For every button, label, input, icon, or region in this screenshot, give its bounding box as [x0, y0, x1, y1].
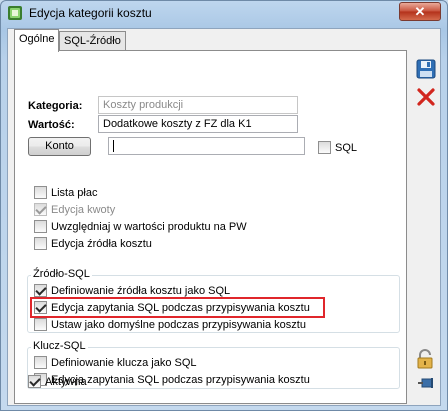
red-highlight-box — [30, 297, 325, 318]
zrodlo-sql-title: Źródło-SQL — [31, 268, 92, 280]
kategoria-label: Kategoria: — [28, 100, 83, 112]
checkbox-box — [34, 186, 47, 199]
checkbox-box — [34, 237, 47, 250]
konto-field[interactable] — [108, 137, 305, 155]
checkbox-label: Edycja źródła kosztu — [51, 238, 152, 250]
uwzgledniaj-checkbox[interactable]: Uwzględniaj w wartości produktu na PW — [34, 220, 247, 235]
checkbox-box — [34, 220, 47, 233]
wartosc-field[interactable]: Dodatkowe koszty z FZ dla K1 — [98, 115, 298, 133]
close-button[interactable]: ✕ — [399, 2, 441, 21]
checkbox-box — [34, 203, 47, 216]
checkbox-label: Edycja zapytania SQL podczas przypisywan… — [51, 374, 310, 386]
tab-panel-ogolne: Kategoria: Koszty produkcji Wartość: Dod… — [14, 50, 407, 404]
ustaw-domyslne-checkbox[interactable]: Ustaw jako domyślne podczas przypisywani… — [34, 318, 306, 333]
text-caret — [113, 140, 114, 152]
checkbox-label: Uwzględniaj w wartości produktu na PW — [51, 221, 247, 233]
checkbox-label: Aktywna — [45, 376, 87, 388]
tab-ogolne[interactable]: Ogólne — [14, 29, 60, 52]
checkbox-label: SQL — [335, 142, 358, 154]
klucz-sql-title: Klucz-SQL — [31, 340, 88, 352]
tab-sql-zrodlo[interactable]: SQL-Źródło — [59, 31, 126, 52]
edycja-zrodla-checkbox[interactable]: Edycja źródła kosztu — [34, 237, 152, 252]
lista-plac-checkbox[interactable]: Lista płac — [34, 186, 97, 201]
window-title: Edycja kategorii kosztu — [29, 6, 152, 20]
definiowanie-klucza-checkbox[interactable]: Definiowanie klucza jako SQL — [34, 356, 197, 371]
dialog-window: Edycja kategorii kosztu ✕ Ogólne SQL-Źró… — [0, 0, 448, 411]
konto-button[interactable]: Konto — [28, 137, 91, 156]
lock-icon[interactable] — [414, 348, 436, 370]
checkbox-label: Lista płac — [51, 187, 98, 199]
edycja-kwoty-checkbox: Edycja kwoty — [34, 203, 115, 218]
tab-label: SQL-Źródło — [64, 35, 121, 47]
checkbox-box — [34, 284, 47, 297]
pin-icon[interactable] — [414, 373, 436, 395]
checkbox-label: Edycja kwoty — [51, 204, 116, 216]
wartosc-label: Wartość: — [28, 119, 75, 131]
dialog-client-area: Ogólne SQL-Źródło Kategoria: Koszty prod… — [7, 28, 441, 406]
checkbox-box — [34, 318, 47, 331]
tab-label: Ogólne — [19, 33, 55, 45]
aktywna-checkbox[interactable]: Aktywna — [28, 375, 87, 390]
checkbox-box — [34, 356, 47, 369]
title-bar[interactable]: Edycja kategorii kosztu ✕ — [1, 1, 447, 25]
save-icon[interactable] — [415, 58, 437, 80]
sql-checkbox[interactable]: SQL — [318, 141, 357, 156]
app-icon — [8, 6, 22, 20]
cancel-icon[interactable] — [415, 86, 437, 108]
checkbox-box — [318, 141, 331, 154]
kategoria-field: Koszty produkcji — [98, 96, 298, 114]
checkbox-label: Definiowanie klucza jako SQL — [51, 357, 197, 369]
checkbox-box — [28, 375, 41, 388]
checkbox-label: Definiowanie źródła kosztu jako SQL — [51, 285, 231, 297]
checkbox-label: Ustaw jako domyślne podczas przypisywani… — [51, 319, 306, 331]
